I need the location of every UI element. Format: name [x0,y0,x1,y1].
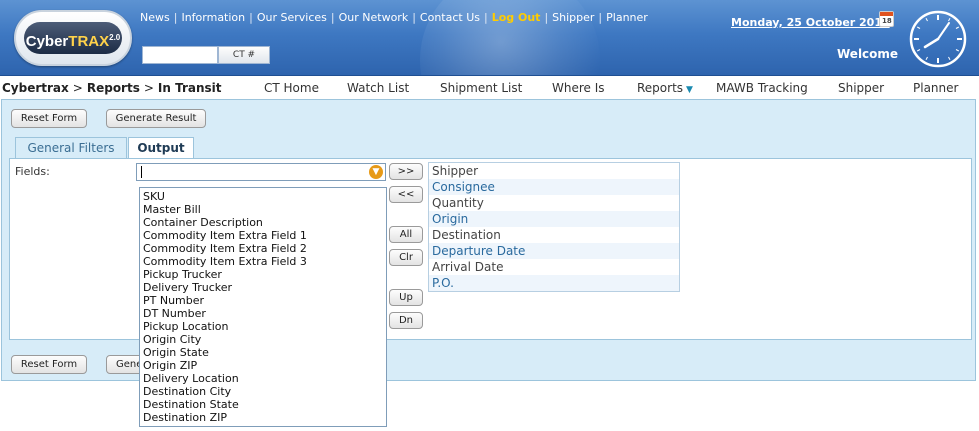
separator: | [173,11,178,24]
fields-select[interactable]: ▼ [136,163,386,181]
separator: | [484,11,488,24]
tab-output[interactable]: Output [128,137,194,160]
clear-fields-button[interactable]: Clr [389,249,423,266]
select-all-button[interactable]: All [389,226,423,243]
dropdown-option[interactable]: Origin City [140,333,386,346]
reset-form-button-bottom[interactable]: Reset Form [11,355,87,374]
reset-form-button-top[interactable]: Reset Form [11,109,87,128]
dropdown-option[interactable]: Origin ZIP [140,359,386,372]
selected-field-item[interactable]: Departure Date [429,243,679,259]
text-cursor [141,166,142,178]
top-links: News | Information | Our Services | Our Networ… [140,11,648,24]
top-link-our-services[interactable]: Our Services [257,11,327,24]
selected-fields-list[interactable]: Shipper Consignee Quantity Origin Destin… [428,162,680,292]
ct-number-input[interactable] [142,46,218,64]
dropdown-option[interactable]: Destination City [140,385,386,398]
dropdown-option[interactable]: Pickup Trucker [140,268,386,281]
top-link-planner[interactable]: Planner [606,11,648,24]
breadcrumb-cybertrax[interactable]: Cybertrax [2,81,69,95]
top-link-our-network[interactable]: Our Network [339,11,409,24]
navigation-bar: Cybertrax > Reports > In Transit CT Home Wat… [0,77,979,99]
dropdown-option[interactable]: Commodity Item Extra Field 2 [140,242,386,255]
welcome-text: Welcome [837,47,899,61]
dropdown-option[interactable]: Container Description [140,216,386,229]
chevron-down-icon[interactable]: ▼ [369,165,383,179]
cybertrax-logo[interactable]: CyberTRAX2.0 [14,10,132,66]
selected-field-item[interactable]: P.O. [429,275,679,291]
logo-brand-end: TRAX [68,33,110,50]
breadcrumb: Cybertrax > Reports > In Transit [2,81,222,95]
site-header: CyberTRAX2.0 News | Information | Our Servic… [0,0,979,76]
generate-result-button-top[interactable]: Generate Result [106,109,206,128]
dropdown-option[interactable]: Commodity Item Extra Field 1 [140,229,386,242]
move-up-button[interactable]: Up [389,289,423,306]
dropdown-option[interactable]: Destination ZIP [140,411,386,424]
fields-label: Fields: [15,165,50,178]
add-field-button[interactable]: >> [389,163,423,180]
caret-down-icon: ▼ [686,85,693,95]
dropdown-option[interactable]: PT Number [140,294,386,307]
logo-version: 2.0 [109,33,121,42]
selected-field-item[interactable]: Arrival Date [429,259,679,275]
dropdown-option[interactable]: Master Bill [140,203,386,216]
dropdown-option[interactable]: Pickup Location [140,320,386,333]
nav-shipment-list[interactable]: Shipment List [440,81,522,95]
top-link-information[interactable]: Information [181,11,245,24]
remove-field-button[interactable]: << [389,186,423,203]
nav-reports[interactable]: Reports ▼ [637,81,693,95]
separator: | [330,11,335,24]
selected-field-item[interactable]: Consignee [429,179,679,195]
dropdown-option[interactable]: Origin State [140,346,386,359]
ct-search-button[interactable]: CT # [218,46,270,64]
dropdown-option[interactable]: Delivery Trucker [140,281,386,294]
selected-field-item[interactable]: Origin [429,211,679,227]
selected-field-item[interactable]: Shipper [429,163,679,179]
dropdown-option[interactable]: Commodity Item Extra Field 3 [140,255,386,268]
breadcrumb-in-transit: In Transit [157,81,222,95]
fields-dropdown-list[interactable]: SKU Master Bill Container Description Co… [139,187,387,427]
separator: | [598,11,603,24]
top-link-news[interactable]: News [140,11,170,24]
move-down-button[interactable]: Dn [389,312,423,329]
ct-search: CT # [142,46,270,64]
top-link-log-out[interactable]: Log Out [492,11,541,24]
separator: | [544,11,549,24]
nav-mawb-tracking[interactable]: MAWB Tracking [716,81,808,95]
clock-icon [909,10,967,68]
dropdown-option[interactable]: Delivery Location [140,372,386,385]
current-date[interactable]: Monday, 25 October 2010 [731,16,890,29]
breadcrumb-separator: > [143,81,154,95]
selected-field-item[interactable]: Quantity [429,195,679,211]
logo-wordmark: CyberTRAX2.0 [24,22,122,54]
dropdown-option[interactable]: DT Number [140,307,386,320]
separator: | [249,11,253,24]
top-link-shipper[interactable]: Shipper [552,11,594,24]
nav-ct-home[interactable]: CT Home [264,81,319,95]
dropdown-option[interactable]: SKU [140,190,386,203]
breadcrumb-reports[interactable]: Reports [87,81,140,95]
dropdown-option[interactable]: Destination State [140,398,386,411]
separator: | [412,11,416,24]
logo-brand-start: Cyber [25,33,69,50]
nav-planner[interactable]: Planner [913,81,958,95]
selected-field-item[interactable]: Destination [429,227,679,243]
calendar-day: 18 [882,17,892,25]
nav-reports-label: Reports [637,81,684,95]
nav-where-is[interactable]: Where Is [552,81,605,95]
top-link-contact-us[interactable]: Contact Us [420,11,480,24]
nav-watch-list[interactable]: Watch List [347,81,409,95]
tab-general-filters[interactable]: General Filters [15,137,127,159]
calendar-icon[interactable]: 18 [879,11,894,27]
nav-shipper[interactable]: Shipper [838,81,884,95]
breadcrumb-separator: > [72,81,83,95]
